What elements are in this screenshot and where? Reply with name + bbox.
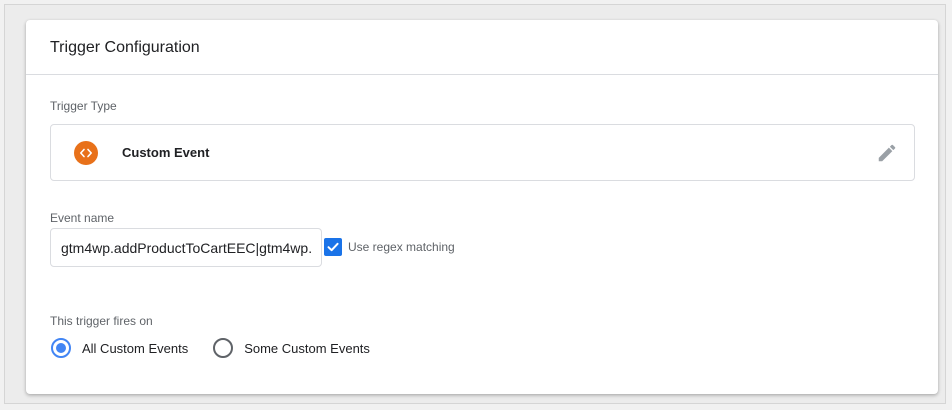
radio-label-all-custom-events: All Custom Events	[82, 340, 189, 356]
radio-button-unselected[interactable]	[213, 338, 234, 358]
event-name-label: Event name	[50, 211, 115, 225]
use-regex-checkbox-wrap[interactable]: Use regex matching	[324, 238, 455, 256]
trigger-type-name: Custom Event	[122, 145, 210, 160]
trigger-configuration-card: Trigger Configuration Trigger Type Custo…	[26, 20, 938, 394]
use-regex-label: Use regex matching	[348, 240, 455, 254]
card-header: Trigger Configuration	[26, 20, 938, 75]
radio-button-selected[interactable]	[51, 338, 71, 358]
use-regex-checkbox[interactable]	[324, 238, 342, 256]
fires-on-label: This trigger fires on	[50, 314, 153, 328]
radio-all-custom-events[interactable]: All Custom Events	[51, 338, 188, 358]
trigger-type-selector[interactable]: Custom Event	[50, 124, 915, 181]
event-name-input[interactable]	[50, 228, 322, 267]
card-title: Trigger Configuration	[50, 39, 200, 56]
radio-some-custom-events[interactable]: Some Custom Events	[213, 338, 370, 358]
pencil-icon[interactable]	[876, 142, 898, 164]
fires-on-radio-group: All Custom Events Some Custom Events	[51, 338, 395, 358]
radio-label-some-custom-events: Some Custom Events	[244, 340, 370, 356]
trigger-type-label: Trigger Type	[50, 99, 117, 113]
page-frame: Trigger Configuration Trigger Type Custo…	[4, 4, 946, 404]
code-brackets-icon	[74, 140, 98, 165]
